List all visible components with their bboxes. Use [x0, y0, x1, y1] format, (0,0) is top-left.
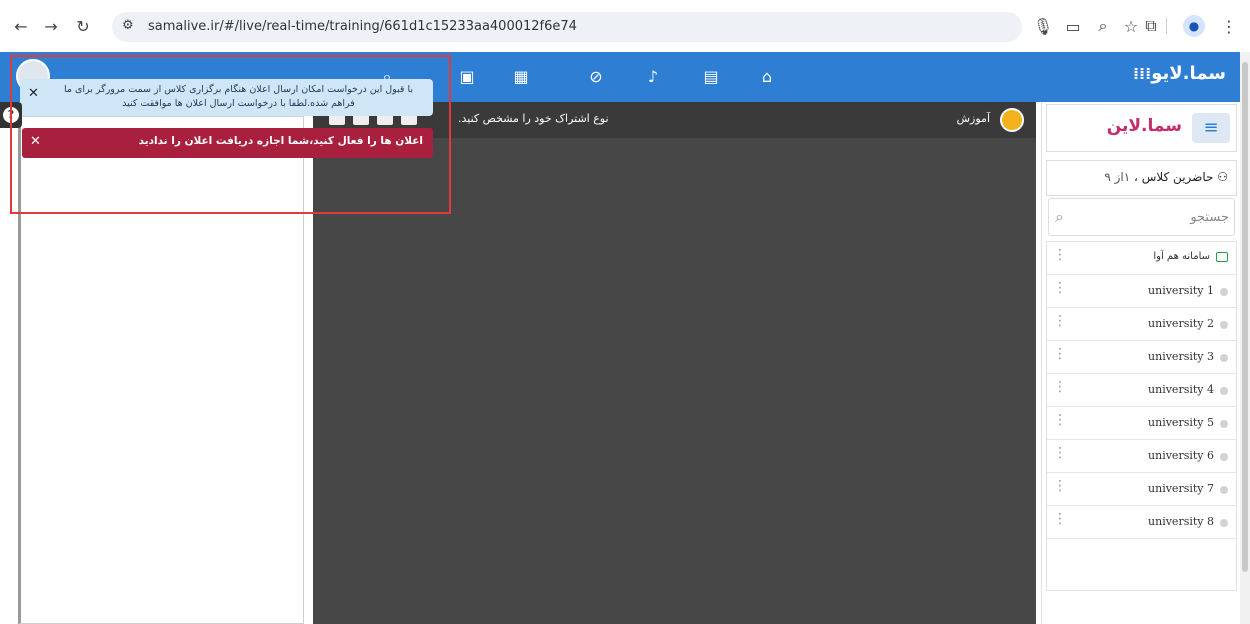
list-item[interactable]: ⋮ university 5: [1047, 407, 1236, 440]
attendee-name: university 4: [1148, 383, 1214, 396]
address-bar[interactable]: ⚙ samalive.ir/#/live/real-time/training/…: [112, 12, 1022, 42]
back-icon[interactable]: ←: [8, 13, 34, 39]
attendee-name: university 1: [1148, 284, 1214, 297]
url-text: samalive.ir/#/live/real-time/training/66…: [148, 19, 577, 34]
scrollbar-thumb[interactable]: [1242, 62, 1248, 572]
more-options-icon[interactable]: ⋮: [1053, 280, 1067, 296]
browser-toolbar: ← → ↻ ⚙ samalive.ir/#/live/real-time/tra…: [0, 0, 1250, 52]
list-item[interactable]: ⋮ university 7: [1047, 473, 1236, 506]
attendees-count: ۱از ۹: [1104, 170, 1131, 184]
status-dot: [1220, 486, 1228, 494]
attendees-sidebar: ≡ سما.لاین ⚇ حاضرین کلاس ، ۱از ۹ ⌕ ⋮ سام…: [1041, 102, 1240, 624]
attendee-name: university 3: [1148, 350, 1214, 363]
status-dot: [1220, 387, 1228, 395]
list-item-system[interactable]: ⋮ سامانه هم آوا: [1047, 242, 1236, 275]
list-item[interactable]: ⋮ university 2: [1047, 308, 1236, 341]
share-type-label: نوع اشتراک خود را مشخص کنید.: [458, 112, 609, 125]
search-box[interactable]: ⌕: [1048, 198, 1235, 236]
search-icon: ⌕: [1055, 207, 1064, 226]
list-item[interactable]: ⋮ university 8: [1047, 506, 1236, 539]
reload-icon[interactable]: ↻: [70, 13, 96, 39]
attendee-list: ⋮ سامانه هم آوا ⋮ university 1 ⋮ universit…: [1046, 241, 1237, 591]
zoom-icon[interactable]: ⌕: [1090, 13, 1116, 39]
search-input[interactable]: [1079, 205, 1229, 229]
more-options-icon[interactable]: ⋮: [1053, 346, 1067, 362]
list-item[interactable]: ⋮ university 6: [1047, 440, 1236, 473]
calendar-icon[interactable]: ▦: [510, 66, 532, 88]
site-info-icon[interactable]: ⚙: [122, 18, 134, 33]
more-options-icon[interactable]: ⋮: [1053, 511, 1067, 527]
attendee-name: university 2: [1148, 317, 1214, 330]
status-dot: [1220, 288, 1228, 296]
profile-icon[interactable]: ●: [1183, 15, 1205, 37]
more-options-icon[interactable]: ⋮: [1053, 379, 1067, 395]
logo-text: سما.لاین: [1106, 116, 1182, 136]
status-dot: [1220, 453, 1228, 461]
hamburger-menu-icon[interactable]: ≡: [1192, 113, 1230, 143]
menu-kebab-icon[interactable]: ⋮: [1216, 13, 1242, 39]
extensions-icon[interactable]: ⧉: [1138, 13, 1164, 39]
ticket-icon[interactable]: ▣: [456, 66, 478, 88]
attendee-name: university 8: [1148, 515, 1214, 528]
attendee-name: university 5: [1148, 416, 1214, 429]
system-row-label: سامانه هم آوا: [1153, 251, 1210, 262]
microphone-icon[interactable]: 🎙: [1030, 13, 1056, 39]
status-dot: [1220, 519, 1228, 527]
brand-text: سما.لایو: [1151, 63, 1226, 84]
attendees-header[interactable]: ⚇ حاضرین کلاس ، ۱از ۹: [1046, 160, 1237, 196]
status-dot: [1220, 354, 1228, 362]
notification-bell-icon[interactable]: ♪: [642, 66, 664, 88]
list-item[interactable]: ⋮ university 1: [1047, 275, 1236, 308]
attendees-title: حاضرین کلاس: [1141, 170, 1214, 184]
brand-title[interactable]: سما.لایو⁞⁞⁞: [1127, 63, 1226, 84]
attendee-name: university 7: [1148, 482, 1214, 495]
more-options-icon[interactable]: ⋮: [1053, 412, 1067, 428]
more-options-icon[interactable]: ⋮: [1053, 313, 1067, 329]
status-dot: [1220, 321, 1228, 329]
page-scrollbar[interactable]: [1240, 52, 1250, 624]
education-label: آموزش: [956, 112, 990, 125]
home-icon[interactable]: ⌂: [756, 66, 778, 88]
logo-box: ≡ سما.لاین: [1046, 104, 1237, 152]
list-item[interactable]: ⋮ university 4: [1047, 374, 1236, 407]
link-icon[interactable]: ⊘: [585, 66, 607, 88]
education-icon: [1000, 108, 1024, 132]
forward-icon[interactable]: →: [38, 13, 64, 39]
cast-icon[interactable]: ▭: [1060, 13, 1086, 39]
apps-grid-icon: ⁞⁞⁞: [1132, 64, 1152, 83]
attendee-name: university 6: [1148, 449, 1214, 462]
attendees-label: ⚇ حاضرین کلاس ، ۱از ۹: [1104, 170, 1228, 184]
list-item[interactable]: ⋮ university 3: [1047, 341, 1236, 374]
status-dot: [1220, 420, 1228, 428]
highlight-box: [10, 55, 451, 214]
more-options-icon[interactable]: ⋮: [1053, 247, 1067, 263]
document-icon[interactable]: ▤: [700, 66, 722, 88]
toolbar-divider: [1166, 18, 1167, 34]
more-options-icon[interactable]: ⋮: [1053, 478, 1067, 494]
more-options-icon[interactable]: ⋮: [1053, 445, 1067, 461]
video-icon: [1216, 252, 1228, 262]
